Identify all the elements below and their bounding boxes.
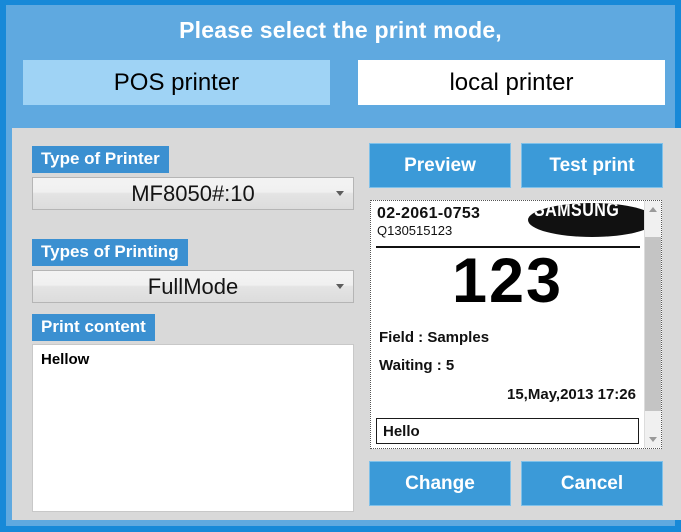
receipt-field-line: Field : Samples — [379, 329, 490, 346]
samsung-logo-icon: SAMSUNG — [528, 203, 644, 237]
scroll-down-icon[interactable] — [645, 431, 661, 448]
printing-type-select[interactable]: FullMode — [32, 270, 354, 303]
test-print-button-label: Test print — [549, 154, 635, 176]
chevron-down-icon — [336, 190, 344, 196]
receipt-canvas: 02-2061-0753 Q130515123 SAMSUNG 123 Fiel… — [371, 201, 644, 448]
print-content-input[interactable]: Hellow — [32, 344, 354, 512]
settings-panel: Type of Printer MF8050#:10 Types of Prin… — [12, 128, 681, 520]
printing-type-label: Types of Printing — [32, 239, 188, 266]
scroll-up-icon[interactable] — [645, 201, 661, 218]
chevron-down-icon — [336, 283, 344, 289]
tab-pos-printer[interactable]: POS printer — [23, 60, 330, 105]
dialog-body: Please select the print mode, POS printe… — [6, 5, 681, 526]
tab-pos-printer-label: POS printer — [113, 68, 240, 96]
printer-type-select[interactable]: MF8050#:10 — [32, 177, 354, 210]
receipt-datetime: 15,May,2013 17:26 — [507, 386, 636, 403]
preview-button-label: Preview — [404, 154, 476, 176]
scrollbar-thumb[interactable] — [645, 237, 661, 411]
cancel-button-label: Cancel — [560, 472, 624, 494]
preview-button[interactable]: Preview — [369, 143, 511, 188]
change-button-label: Change — [405, 472, 475, 494]
receipt-queue-number: 123 — [451, 246, 564, 316]
receipt-message-input[interactable]: Hello — [376, 418, 639, 444]
change-button[interactable]: Change — [369, 461, 511, 506]
printing-type-value: FullMode — [147, 273, 239, 299]
printer-type-label: Type of Printer — [32, 146, 169, 173]
right-column: Preview Test print 02-2061-0753 Q1305151… — [364, 128, 681, 520]
receipt-preview: 02-2061-0753 Q130515123 SAMSUNG 123 Fiel… — [370, 200, 662, 449]
mode-tab-group: POS printer local printer — [6, 60, 675, 108]
page-title: Please select the print mode, — [179, 17, 502, 43]
printer-type-value: MF8050#:10 — [131, 180, 255, 206]
tab-local-printer[interactable]: local printer — [358, 60, 665, 105]
cancel-button[interactable]: Cancel — [521, 461, 663, 506]
print-content-label: Print content — [32, 314, 155, 341]
preview-scrollbar[interactable] — [644, 201, 661, 448]
print-mode-dialog: Please select the print mode, POS printe… — [0, 0, 681, 532]
test-print-button[interactable]: Test print — [521, 143, 663, 188]
samsung-logo-text: SAMSUNG — [534, 203, 620, 221]
receipt-header: 02-2061-0753 Q130515123 SAMSUNG — [377, 203, 644, 245]
receipt-waiting-line: Waiting : 5 — [379, 357, 455, 374]
left-column: Type of Printer MF8050#:10 Types of Prin… — [12, 128, 364, 520]
tab-local-printer-label: local printer — [449, 68, 574, 96]
